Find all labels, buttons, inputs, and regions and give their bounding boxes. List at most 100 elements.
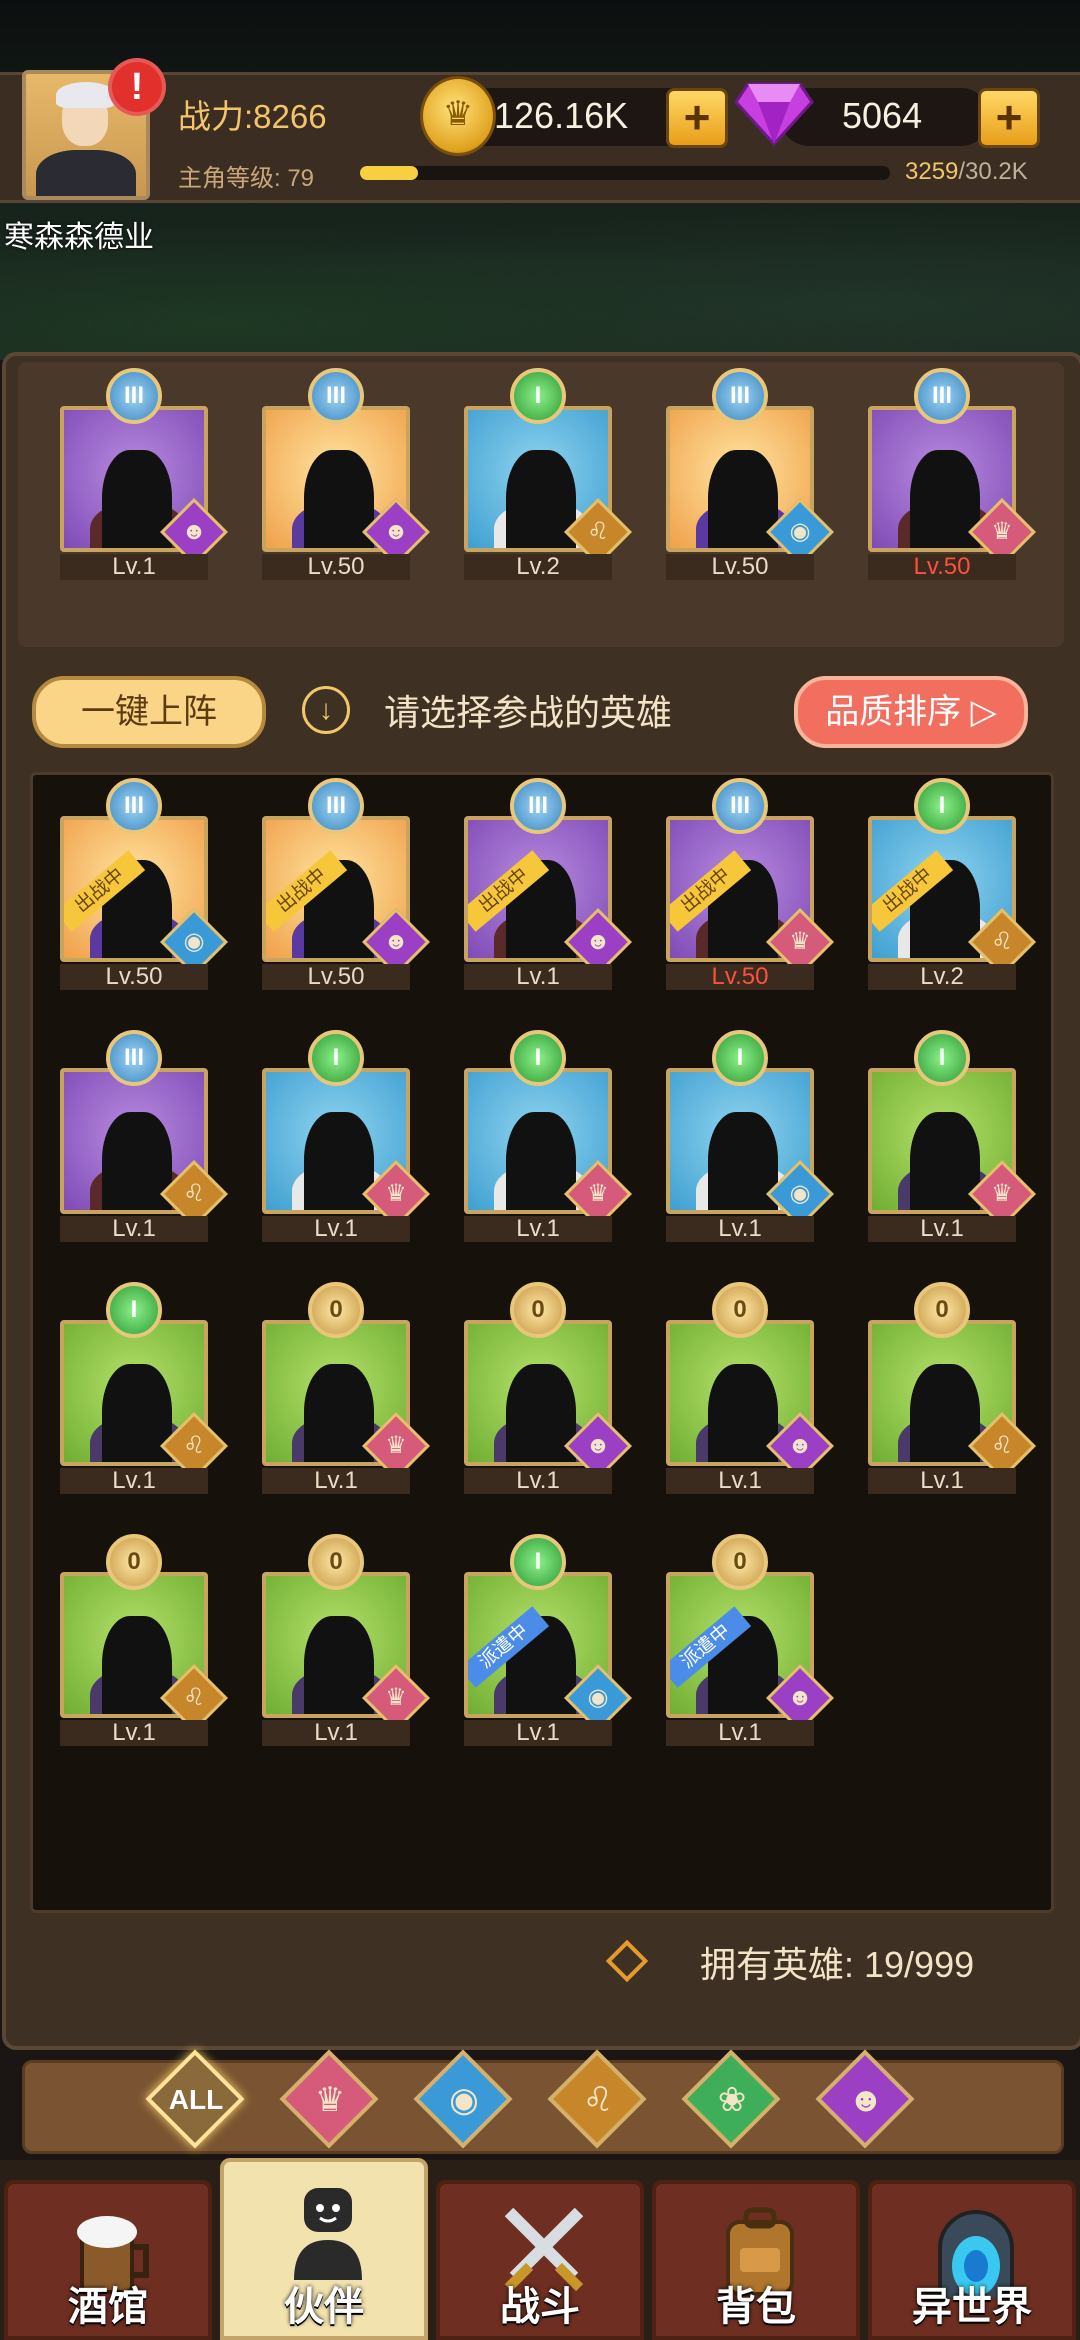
faction-glyph: ♌ — [183, 1684, 205, 1711]
rank-badge-icon: III — [510, 778, 566, 834]
hero-silhouette — [102, 1616, 172, 1714]
rank-badge-icon: I — [914, 1030, 970, 1086]
rank-badge-icon: III — [712, 778, 768, 834]
nav-tab-label: 酒馆 — [68, 2285, 148, 2329]
faction-glyph: ☻ — [181, 518, 207, 545]
hero-card[interactable]: 出战中 III ☻ Lv.1 — [464, 778, 632, 990]
quality-sort-label: 品质排序 — [825, 693, 962, 731]
hero-level: Lv.50 — [868, 554, 1016, 580]
hero-silhouette — [304, 1112, 374, 1210]
faction-glyph: ♛ — [789, 928, 811, 955]
hero-card[interactable]: III ♌ Lv.1 — [60, 1030, 228, 1242]
filter-elf-icon[interactable]: ❀ — [681, 2049, 781, 2149]
hero-level: Lv.1 — [60, 1720, 208, 1746]
hero-level: Lv.1 — [262, 1720, 410, 1746]
rank-badge-icon: I — [308, 1030, 364, 1086]
hero-card[interactable]: I ♛ Lv.1 — [868, 1030, 1036, 1242]
faction-glyph: ◉ — [789, 518, 811, 545]
hero-silhouette — [102, 1112, 172, 1210]
filter-demon-icon[interactable]: ☻ — [815, 2049, 915, 2149]
hero-card[interactable]: 派遣中 0 ☻ Lv.1 — [666, 1534, 834, 1746]
hero-level: Lv.1 — [60, 1216, 208, 1242]
rank-badge-icon: I — [106, 1282, 162, 1338]
rank-badge-icon: 0 — [308, 1282, 364, 1338]
hero-card[interactable]: I ♌ Lv.1 — [60, 1282, 228, 1494]
faction-glyph: ♛ — [385, 1180, 407, 1207]
nav-tab-portal[interactable]: 异世界 — [868, 2180, 1076, 2340]
hero-silhouette — [506, 1112, 576, 1210]
nav-tab-beer-mug[interactable]: 酒馆 — [4, 2180, 212, 2340]
hero-card[interactable]: 出战中 III ☻ Lv.50 — [262, 778, 430, 990]
hero-level: Lv.50 — [666, 964, 814, 990]
one-key-deploy-button[interactable]: 一键上阵 — [32, 676, 266, 748]
demon-icon: ☻ — [848, 2081, 884, 2119]
hero-level: Lv.1 — [464, 1720, 612, 1746]
add-gold-button[interactable]: + — [666, 88, 728, 148]
hero-silhouette — [708, 1364, 778, 1462]
alert-badge-icon: ! — [108, 58, 166, 116]
hero-card[interactable]: I ◉ Lv.1 — [666, 1030, 834, 1242]
rank-badge-icon: III — [106, 368, 162, 424]
hero-card[interactable]: III ☻ Lv.1 — [60, 368, 228, 580]
hero-card[interactable]: 0 ♌ Lv.1 — [868, 1282, 1036, 1494]
rank-badge-icon: III — [106, 1030, 162, 1086]
nav-tab-label: 伙伴 — [284, 2285, 364, 2329]
hero-card[interactable]: 0 ☻ Lv.1 — [666, 1282, 834, 1494]
rank-badge-icon: I — [510, 1030, 566, 1086]
fish-icon: ◉ — [449, 2081, 479, 2119]
hero-card[interactable]: 0 ♌ Lv.1 — [60, 1534, 228, 1746]
nav-tab-label: 异世界 — [912, 2285, 1032, 2329]
xp-bar — [360, 166, 890, 180]
elf-icon: ❀ — [717, 2081, 747, 2119]
faction-glyph: ☻ — [787, 1432, 813, 1459]
hero-card[interactable]: III ☻ Lv.50 — [262, 368, 430, 580]
hero-card[interactable]: 0 ♛ Lv.1 — [262, 1282, 430, 1494]
faction-glyph: ♌ — [991, 1432, 1013, 1459]
hero-silhouette — [506, 1364, 576, 1462]
rank-badge-icon: 0 — [106, 1534, 162, 1590]
hero-level: Lv.2 — [464, 554, 612, 580]
faction-glyph: ☻ — [585, 1432, 611, 1459]
hero-level: Lv.1 — [60, 554, 208, 580]
hero-card[interactable]: 0 ♛ Lv.1 — [262, 1534, 430, 1746]
faction-glyph: ☻ — [383, 928, 409, 955]
hero-card[interactable]: I ♛ Lv.1 — [464, 1030, 632, 1242]
hero-card[interactable]: 0 ☻ Lv.1 — [464, 1282, 632, 1494]
hero-card[interactable]: 派遣中 I ◉ Lv.1 — [464, 1534, 632, 1746]
filter-fish-icon[interactable]: ◉ — [413, 2049, 513, 2149]
rank-badge-icon: III — [308, 778, 364, 834]
hero-card[interactable]: 出战中 III ◉ Lv.50 — [60, 778, 228, 990]
hero-silhouette — [910, 1364, 980, 1462]
rank-badge-icon: 0 — [712, 1534, 768, 1590]
quality-sort-button[interactable]: 品质排序 ▷ — [794, 676, 1028, 748]
hero-level: Lv.50 — [666, 554, 814, 580]
nav-tab-backpack[interactable]: 背包 — [652, 2180, 860, 2340]
filter-beast-icon[interactable]: ♌ — [547, 2049, 647, 2149]
faction-glyph: ♛ — [385, 1432, 407, 1459]
partner-icon — [294, 2188, 362, 2280]
faction-glyph: ☻ — [585, 928, 611, 955]
hero-level: Lv.1 — [666, 1468, 814, 1494]
rank-badge-icon: 0 — [510, 1282, 566, 1338]
filter-all[interactable]: ALL — [145, 2049, 245, 2149]
gem-value: 5064 — [842, 95, 923, 136]
rank-badge-icon: I — [510, 1534, 566, 1590]
faction-glyph: ♌ — [587, 518, 609, 545]
hero-level: Lv.2 — [868, 964, 1016, 990]
rank-badge-icon: I — [712, 1030, 768, 1086]
hero-silhouette — [708, 450, 778, 548]
hero-card[interactable]: 出战中 III ♛ Lv.50 — [666, 778, 834, 990]
hero-level: Lv.1 — [868, 1216, 1016, 1242]
hero-card[interactable]: 出战中 I ♌ Lv.2 — [868, 778, 1036, 990]
hero-card[interactable]: I ♛ Lv.1 — [262, 1030, 430, 1242]
filter-knight-icon[interactable]: ♛ — [279, 2049, 379, 2149]
hero-card[interactable]: III ♛ Lv.50 — [868, 368, 1036, 580]
rank-badge-icon: 0 — [308, 1534, 364, 1590]
hero-card[interactable]: III ◉ Lv.50 — [666, 368, 834, 580]
hero-card[interactable]: I ♌ Lv.2 — [464, 368, 632, 580]
add-gem-button[interactable]: + — [978, 88, 1040, 148]
rank-badge-icon: 0 — [914, 1282, 970, 1338]
nav-tab-partner[interactable]: 伙伴 — [220, 2158, 428, 2340]
nav-tab-crossed-swords[interactable]: 战斗 — [436, 2180, 644, 2340]
avatar-body — [36, 150, 136, 196]
